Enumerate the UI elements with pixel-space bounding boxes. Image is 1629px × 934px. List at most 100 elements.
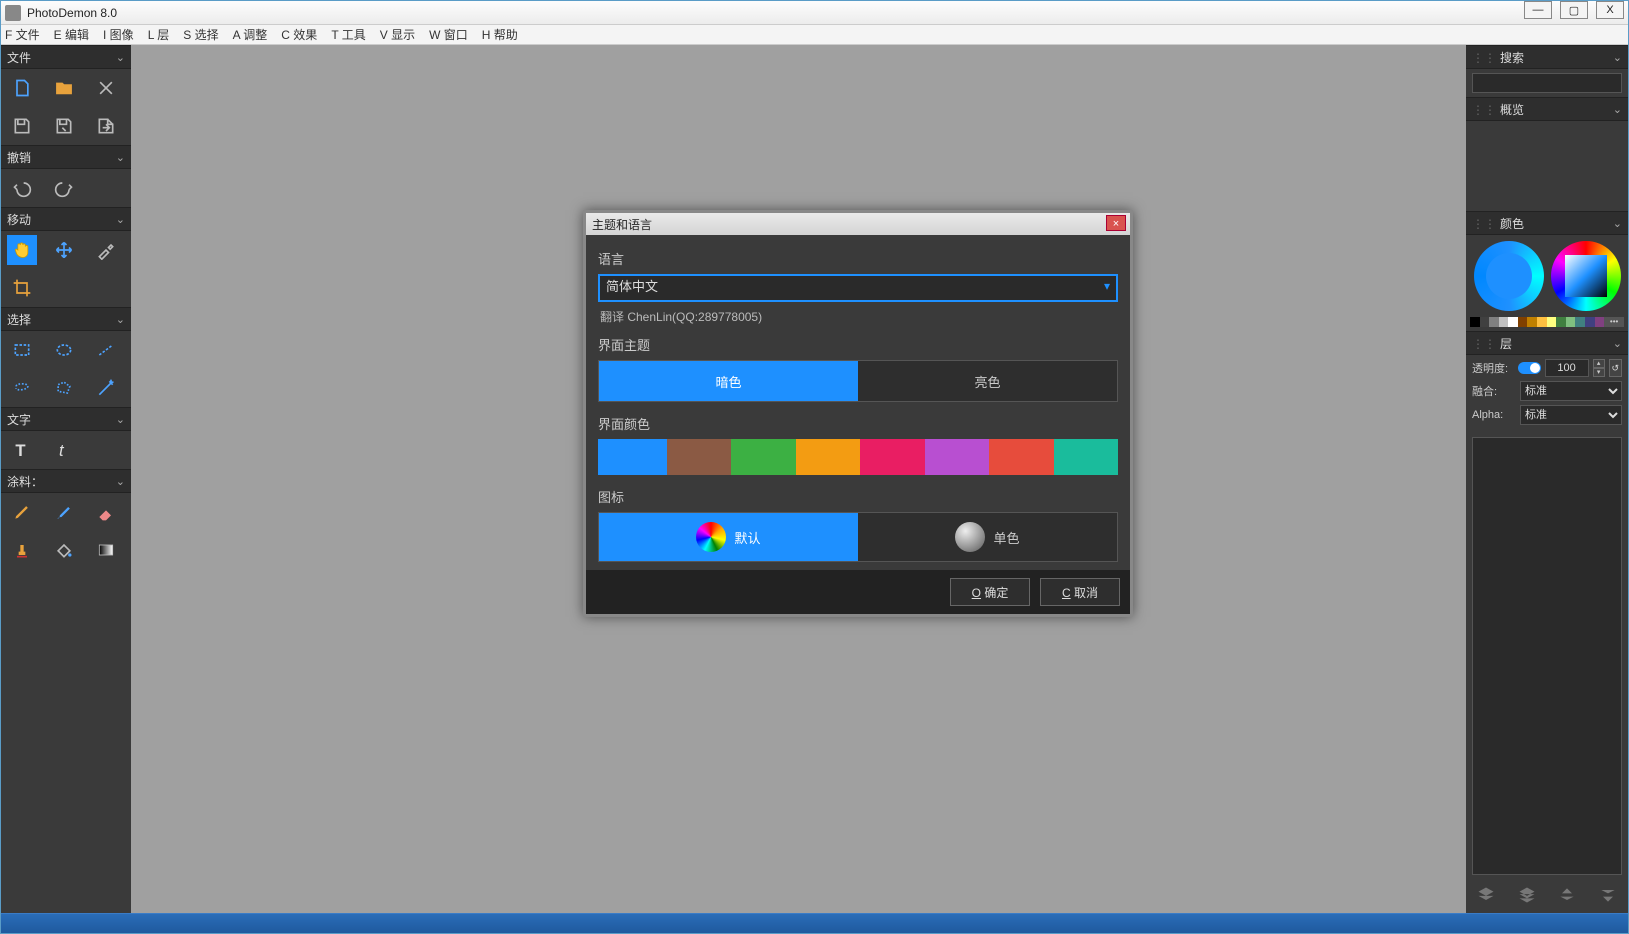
layer-list[interactable] — [1472, 437, 1622, 875]
accent-swatch-6[interactable] — [989, 439, 1054, 475]
open-file-button[interactable] — [49, 73, 79, 103]
text-tool[interactable]: T — [7, 435, 37, 465]
ok-button[interactable]: O 确定 — [950, 578, 1030, 606]
theme-light-option[interactable]: 亮色 — [858, 361, 1117, 401]
overview-header[interactable]: ⋮⋮概览⌄ — [1466, 97, 1628, 121]
language-select[interactable]: 简体中文 — [598, 274, 1118, 302]
move-tool[interactable] — [49, 235, 79, 265]
palette-swatch[interactable] — [1480, 317, 1490, 327]
theme-dark-option[interactable]: 暗色 — [599, 361, 858, 401]
new-file-button[interactable] — [7, 73, 37, 103]
icon-mono-option[interactable]: 单色 — [858, 513, 1117, 561]
palette-swatch[interactable] — [1556, 317, 1566, 327]
palette-swatch[interactable] — [1518, 317, 1528, 327]
section-undo-header[interactable]: 撤销⌄ — [1, 145, 131, 169]
palette-swatch[interactable] — [1527, 317, 1537, 327]
dialog-close-button[interactable]: × — [1106, 215, 1126, 231]
palette-swatch[interactable] — [1470, 317, 1480, 327]
menu-effect[interactable]: C 效果 — [281, 26, 317, 43]
save-as-button[interactable] — [49, 111, 79, 141]
blend-select[interactable]: 标准 — [1520, 381, 1622, 401]
section-select-header[interactable]: 选择⌄ — [1, 307, 131, 331]
redo-button[interactable] — [49, 173, 79, 203]
rect-select-tool[interactable] — [7, 335, 37, 365]
eyedropper-tool[interactable] — [91, 235, 121, 265]
color-wheel-right[interactable] — [1551, 241, 1621, 311]
accent-swatch-5[interactable] — [925, 439, 990, 475]
magic-wand-tool[interactable] — [91, 373, 121, 403]
brush-tool[interactable] — [49, 497, 79, 527]
palette-more-button[interactable]: ••• — [1604, 317, 1624, 327]
section-file-header[interactable]: 文件⌄ — [1, 45, 131, 69]
palette-swatch[interactable] — [1508, 317, 1518, 327]
menu-image[interactable]: I 图像 — [103, 26, 134, 43]
canvas-area[interactable]: 主题和语言 × 语言 简体中文 翻译 ChenLin(QQ:289778005)… — [131, 45, 1466, 913]
stamp-tool[interactable] — [7, 535, 37, 565]
alpha-select[interactable]: 标准 — [1520, 405, 1622, 425]
section-paint-header[interactable]: 涂料：⌄ — [1, 469, 131, 493]
menu-edit[interactable]: E 编辑 — [54, 26, 89, 43]
menu-help[interactable]: H 帮助 — [482, 26, 518, 43]
cancel-button[interactable]: C 取消 — [1040, 578, 1120, 606]
layer-header[interactable]: ⋮⋮层⌄ — [1466, 331, 1628, 355]
accent-swatch-7[interactable] — [1054, 439, 1119, 475]
layer-add-icon[interactable] — [1474, 883, 1498, 907]
close-button[interactable]: X — [1596, 1, 1624, 19]
palette-swatch[interactable] — [1537, 317, 1547, 327]
ellipse-select-tool[interactable] — [49, 335, 79, 365]
crop-tool[interactable] — [7, 273, 37, 303]
accent-swatch-3[interactable] — [796, 439, 861, 475]
dialog-titlebar[interactable]: 主题和语言 × — [586, 213, 1130, 235]
poly-lasso-tool[interactable] — [49, 373, 79, 403]
menu-adjust[interactable]: A 调整 — [233, 26, 268, 43]
menu-select[interactable]: S 选择 — [183, 26, 218, 43]
menu-tool[interactable]: T 工具 — [331, 26, 365, 43]
search-header[interactable]: ⋮⋮搜索⌄ — [1466, 45, 1628, 69]
layer-down-icon[interactable] — [1596, 883, 1620, 907]
section-text-header[interactable]: 文字⌄ — [1, 407, 131, 431]
search-input[interactable] — [1472, 73, 1622, 93]
icon-default-option[interactable]: 默认 — [599, 513, 858, 561]
accent-swatch-4[interactable] — [860, 439, 925, 475]
lasso-tool[interactable] — [7, 373, 37, 403]
menu-layer[interactable]: L 层 — [148, 26, 170, 43]
layer-up-icon[interactable] — [1555, 883, 1579, 907]
line-select-tool[interactable] — [91, 335, 121, 365]
app-title: PhotoDemon 8.0 — [27, 6, 117, 20]
hand-tool[interactable] — [7, 235, 37, 265]
save-button[interactable] — [7, 111, 37, 141]
accent-swatch-2[interactable] — [731, 439, 796, 475]
accent-swatch-0[interactable] — [598, 439, 667, 475]
color-wheel-left[interactable] — [1474, 241, 1544, 311]
undo-button[interactable] — [7, 173, 37, 203]
pencil-tool[interactable] — [7, 497, 37, 527]
color-header[interactable]: ⋮⋮颜色⌄ — [1466, 211, 1628, 235]
opacity-up[interactable]: ▴ — [1593, 359, 1605, 368]
gradient-tool[interactable] — [91, 535, 121, 565]
menu-view[interactable]: V 显示 — [380, 26, 415, 43]
palette-swatch[interactable] — [1566, 317, 1576, 327]
eraser-tool[interactable] — [91, 497, 121, 527]
section-move-header[interactable]: 移动⌄ — [1, 207, 131, 231]
palette-swatch[interactable] — [1547, 317, 1557, 327]
maximize-button[interactable]: ▢ — [1560, 1, 1588, 19]
text-italic-tool[interactable]: t — [49, 435, 79, 465]
palette-swatch[interactable] — [1585, 317, 1595, 327]
fill-tool[interactable] — [49, 535, 79, 565]
export-button[interactable] — [91, 111, 121, 141]
palette-swatch[interactable] — [1575, 317, 1585, 327]
opacity-reset[interactable]: ↺ — [1609, 359, 1622, 377]
close-file-button[interactable] — [91, 73, 121, 103]
menu-window[interactable]: W 窗口 — [429, 26, 468, 43]
menu-file[interactable]: F 文件 — [5, 26, 40, 43]
opacity-input[interactable] — [1545, 359, 1589, 377]
opacity-toggle[interactable] — [1518, 362, 1541, 374]
chevron-down-icon: ⌄ — [1613, 51, 1622, 64]
palette-swatch[interactable] — [1489, 317, 1499, 327]
minimize-button[interactable]: — — [1524, 1, 1552, 19]
accent-swatch-1[interactable] — [667, 439, 732, 475]
layer-duplicate-icon[interactable] — [1515, 883, 1539, 907]
opacity-down[interactable]: ▾ — [1593, 368, 1605, 377]
palette-swatch[interactable] — [1595, 317, 1605, 327]
palette-swatch[interactable] — [1499, 317, 1509, 327]
